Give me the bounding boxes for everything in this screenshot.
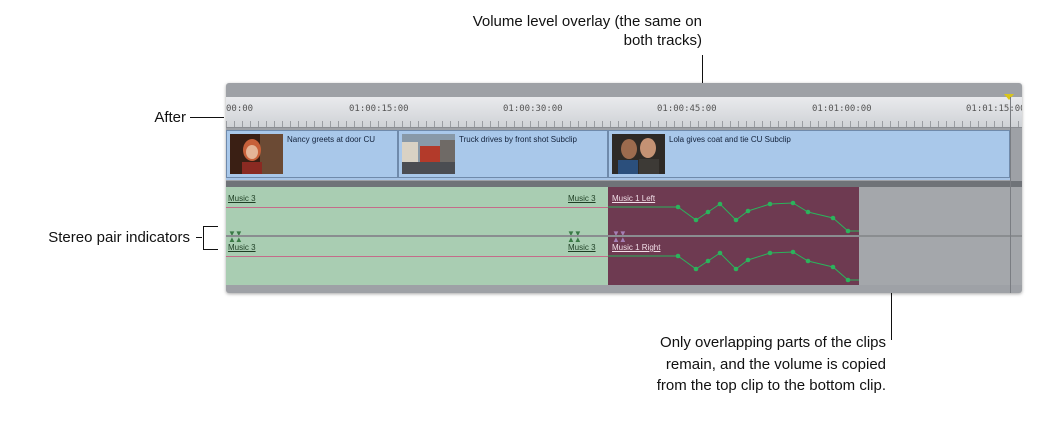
end-marker-line xyxy=(1010,97,1011,293)
timecode-label: 01:00:45:00 xyxy=(657,104,717,114)
volume-overlay-top xyxy=(608,200,859,234)
stereo-pair-icon: ▼▼ ▲▲ xyxy=(228,229,243,244)
timeline-panel: 00:00 01:00:15:00 01:00:30:00 01:00:45:0… xyxy=(226,83,1022,293)
timecode-label: 01:01:15:00 xyxy=(966,104,1022,114)
clip-label: Truck drives by front shot Subclip xyxy=(459,135,577,144)
leader-after xyxy=(190,117,224,118)
timecode-label: 01:00:15:00 xyxy=(349,104,409,114)
callout-overlap-note: Only overlapping parts of the clips rema… xyxy=(656,334,886,394)
clip-label: Lola gives coat and tie CU Subclip xyxy=(669,135,791,144)
stereo-pair-icon: ▼▼ ▲▲ xyxy=(567,229,582,244)
audio-track-divider xyxy=(226,235,1022,237)
callout-stereo-pair: Stereo pair indicators xyxy=(48,229,190,246)
audio-clip-name: Music 3 xyxy=(568,243,596,252)
stereo-pair-bracket xyxy=(203,226,218,250)
video-clip-nancy[interactable]: Nancy greets at door CU xyxy=(226,130,398,178)
volume-level-line xyxy=(226,256,608,257)
clip-label: Nancy greets at door CU xyxy=(287,135,376,144)
callout-volume-overlay: Volume level overlay (the same on both t… xyxy=(472,13,702,49)
video-clip-lola[interactable]: Lola gives coat and tie CU Subclip xyxy=(608,130,1010,178)
thumbnail-street-icon xyxy=(402,134,455,174)
leader-stereo-pair xyxy=(196,237,202,238)
timecode-ruler[interactable]: 00:00 01:00:15:00 01:00:30:00 01:00:45:0… xyxy=(226,97,1022,128)
volume-overlay-bottom xyxy=(608,249,859,283)
timecode-label: 00:00 xyxy=(226,104,254,114)
audio-clip-name: Music 3 xyxy=(228,194,256,203)
video-track: Nancy greets at door CU Truck drives by … xyxy=(226,130,1010,180)
audio-clip-name: Music 3 xyxy=(228,243,256,252)
thumbnail-couple-icon xyxy=(612,134,665,174)
ruler-ticks xyxy=(226,121,1022,127)
playhead-icon[interactable] xyxy=(1004,94,1014,100)
volume-level-line xyxy=(226,207,608,208)
thumbnail-woman-icon xyxy=(230,134,283,174)
timecode-label: 01:00:30:00 xyxy=(503,104,563,114)
audio-clip-name: Music 3 xyxy=(568,194,596,203)
callout-after: After xyxy=(154,109,186,126)
video-clip-truck[interactable]: Truck drives by front shot Subclip xyxy=(398,130,608,178)
timecode-label: 01:01:00:00 xyxy=(812,104,872,114)
